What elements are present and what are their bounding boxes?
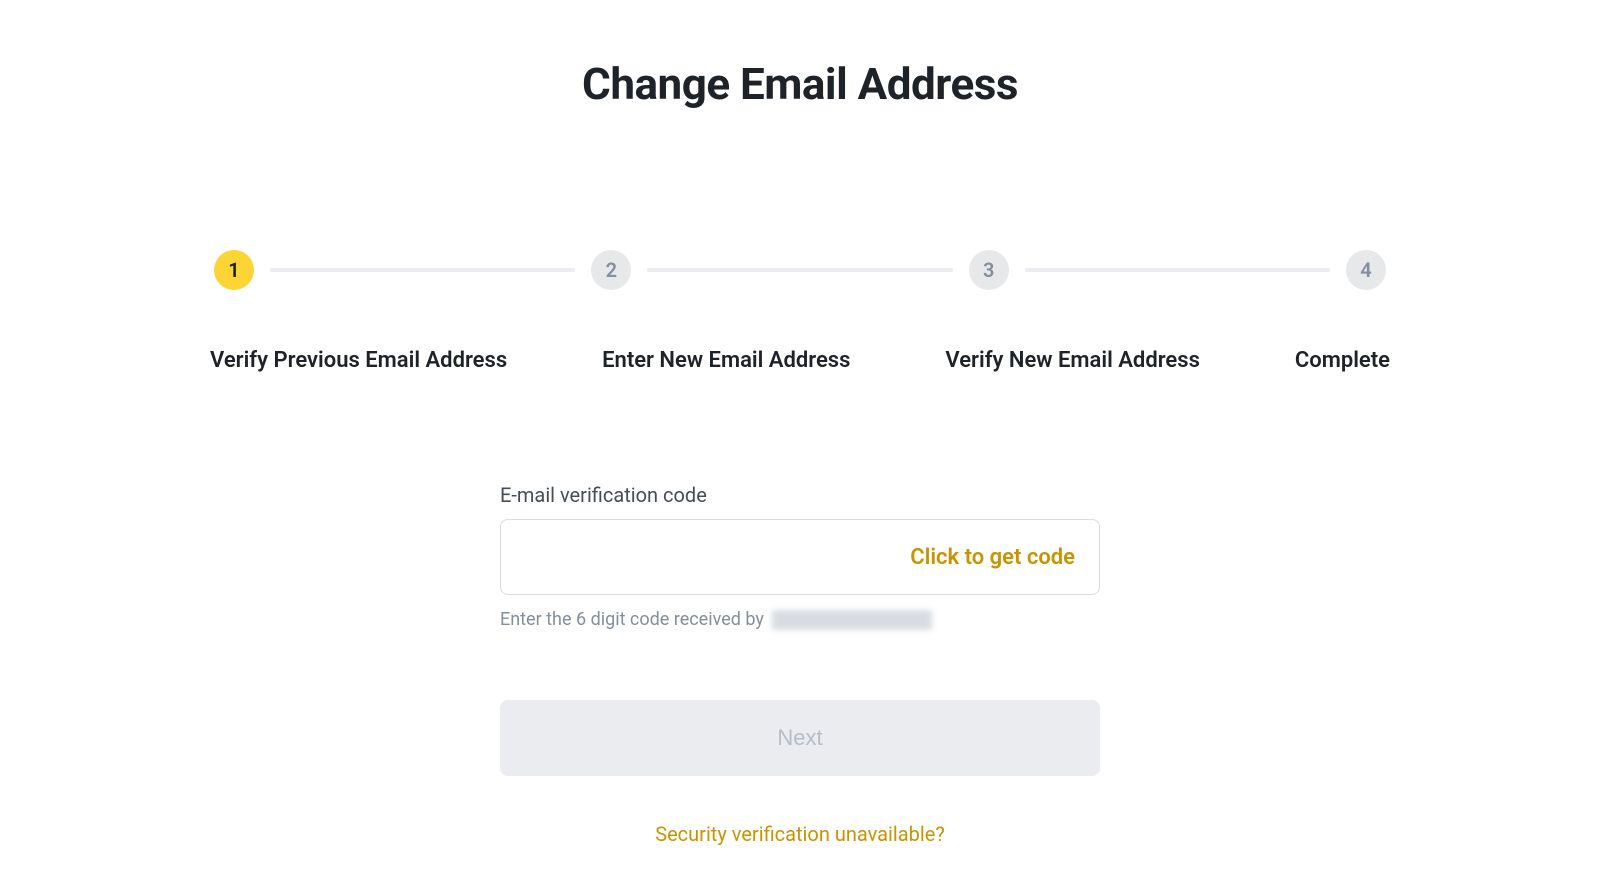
security-help-link[interactable]: Security verification unavailable?	[500, 822, 1100, 846]
step-1: 1	[214, 250, 254, 290]
stepper: 1 2 3 4 Verify Previous Email Address En…	[210, 250, 1390, 373]
step-connector-1-2	[270, 268, 575, 272]
next-button[interactable]: Next	[500, 700, 1100, 776]
get-code-button[interactable]: Click to get code	[910, 545, 1075, 570]
step-4-label: Complete	[1295, 348, 1390, 373]
verification-form: E-mail verification code Click to get co…	[500, 483, 1100, 846]
step-2: 2	[591, 250, 631, 290]
step-1-circle: 1	[214, 250, 254, 290]
code-hint: Enter the 6 digit code received by	[500, 609, 1100, 630]
step-4: 4	[1346, 250, 1386, 290]
step-3-label: Verify New Email Address	[945, 348, 1199, 373]
step-connector-2-3	[647, 268, 952, 272]
step-3-circle: 3	[969, 250, 1009, 290]
page-title: Change Email Address	[0, 58, 1600, 110]
code-field-label: E-mail verification code	[500, 483, 1100, 507]
step-2-label: Enter New Email Address	[602, 348, 850, 373]
step-3: 3	[969, 250, 1009, 290]
code-hint-text: Enter the 6 digit code received by	[500, 609, 764, 630]
step-connector-3-4	[1025, 268, 1330, 272]
step-1-label: Verify Previous Email Address	[210, 348, 507, 373]
step-2-circle: 2	[591, 250, 631, 290]
redacted-email	[772, 610, 932, 630]
code-input-wrap: Click to get code	[500, 519, 1100, 595]
step-4-circle: 4	[1346, 250, 1386, 290]
code-input[interactable]	[525, 520, 910, 594]
